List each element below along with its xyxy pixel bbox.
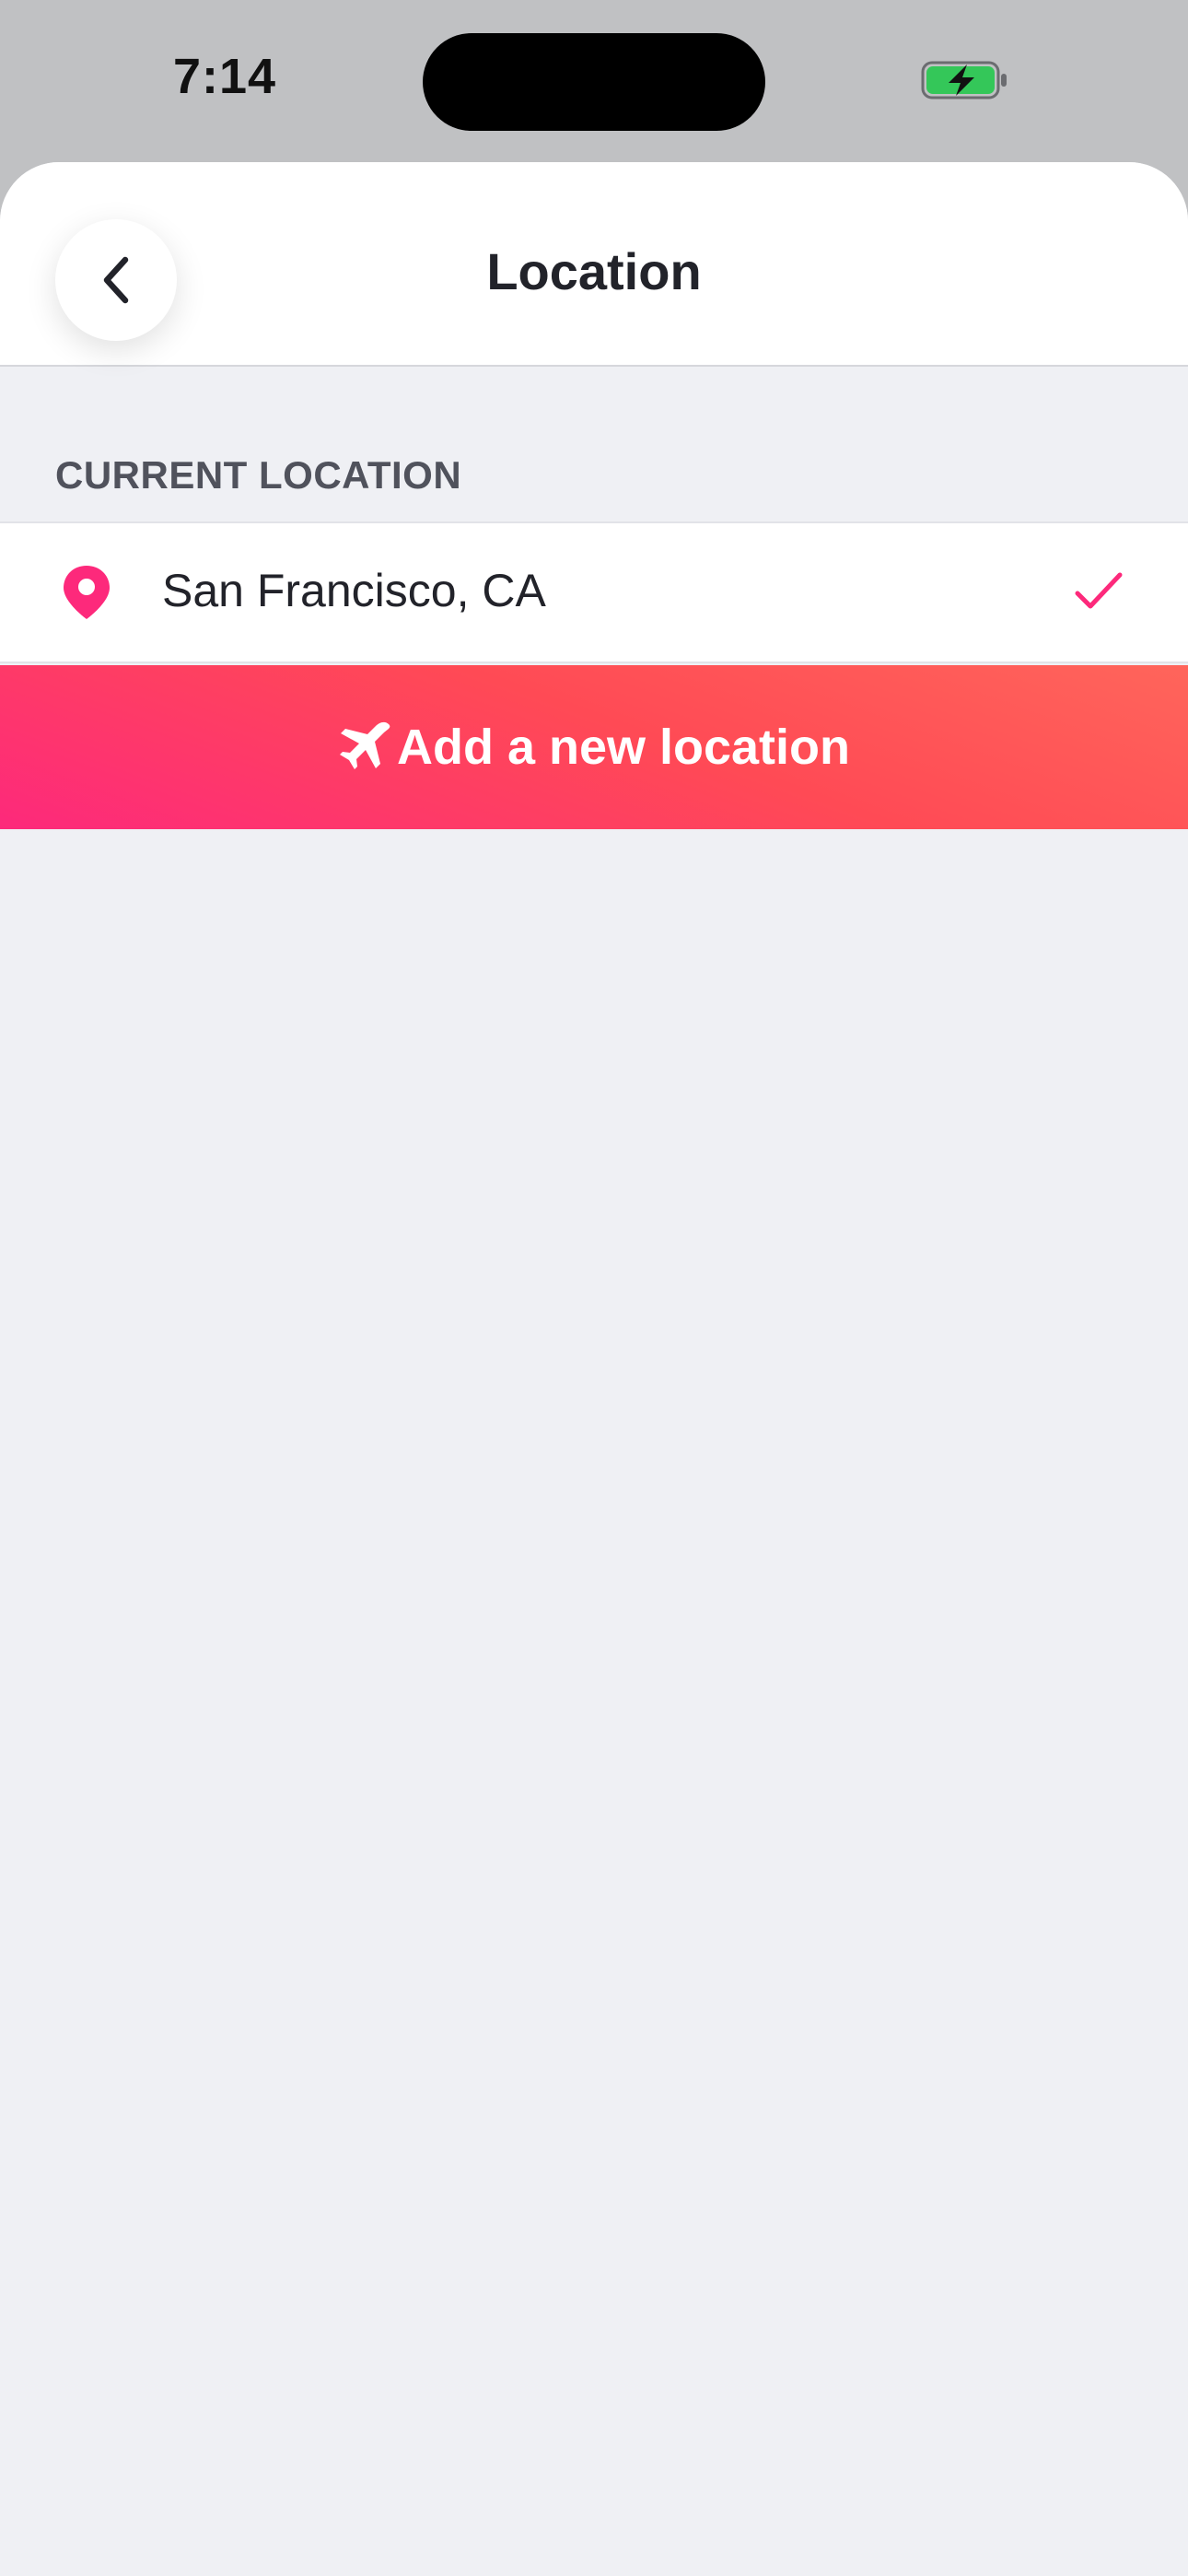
page-title: Location bbox=[486, 242, 702, 300]
add-new-location-button[interactable]: Add a new location bbox=[0, 665, 1188, 829]
location-name: San Francisco, CA bbox=[162, 565, 546, 616]
status-bar: 7:14 bbox=[0, 0, 1188, 162]
dynamic-island bbox=[423, 33, 765, 131]
section-label-current-location: CURRENT LOCATION bbox=[55, 453, 462, 497]
status-time: 7:14 bbox=[173, 49, 277, 104]
nav-header: Location bbox=[0, 162, 1188, 367]
location-item-current[interactable]: San Francisco, CA bbox=[0, 521, 1188, 663]
checkmark-icon bbox=[1075, 572, 1123, 609]
map-pin-icon bbox=[64, 566, 110, 619]
location-sheet: Location CURRENT LOCATION San Francisco,… bbox=[0, 162, 1188, 2576]
airplane-icon bbox=[339, 721, 390, 769]
add-new-location-label: Add a new location bbox=[396, 720, 851, 775]
battery-charging-icon bbox=[921, 61, 1007, 100]
